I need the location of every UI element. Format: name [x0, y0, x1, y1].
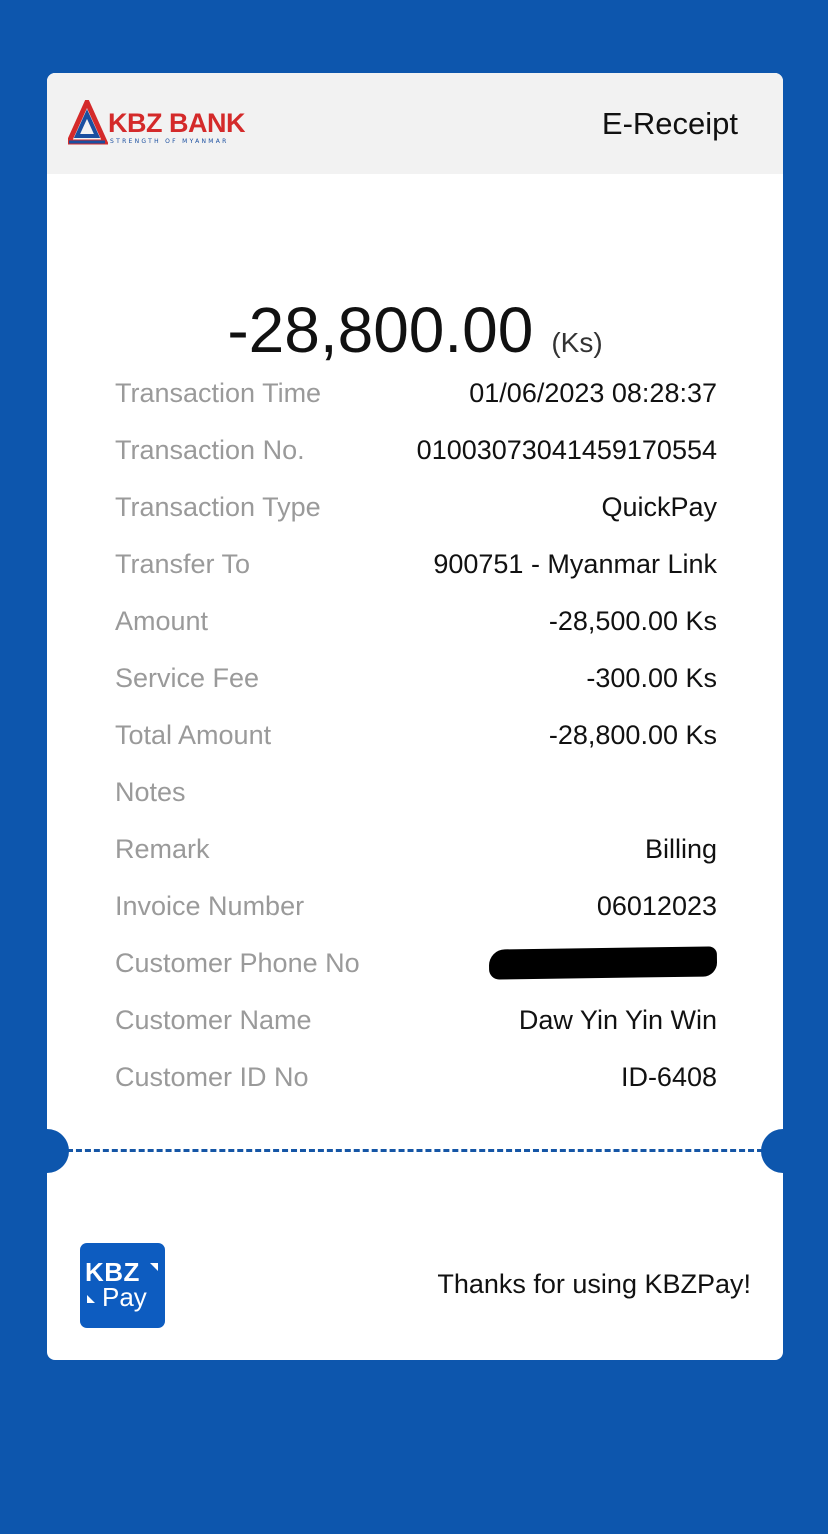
- page-title: E-Receipt: [601, 106, 738, 141]
- detail-label: Transaction Time: [115, 377, 322, 408]
- detail-value: Billing: [644, 833, 717, 864]
- detail-label: Amount: [115, 605, 209, 636]
- detail-label: Service Fee: [115, 662, 260, 693]
- detail-label: Total Amount: [115, 719, 272, 750]
- detail-row-total-amount: Total Amount -28,800.00 Ks: [115, 715, 717, 755]
- bank-name: KBZ BANK: [108, 108, 246, 138]
- amount-unit: (Ks): [551, 327, 603, 358]
- detail-row-transaction-no: Transaction No. 01003073041459170554: [115, 430, 717, 470]
- kbz-triangle-icon: [68, 100, 108, 145]
- amount-value: -28,800.00: [227, 294, 534, 366]
- total-amount-display: -28,800.00 (Ks): [47, 298, 783, 362]
- detail-label: Transaction No.: [115, 434, 305, 465]
- receipt-header: KBZ BANK STRENGTH OF MYANMAR E-Receipt: [47, 73, 783, 174]
- kbzpay-logo-bottom: Pay: [102, 1282, 147, 1312]
- detail-value: -300.00 Ks: [586, 662, 717, 693]
- detail-label: Remark: [115, 833, 210, 864]
- detail-label: Customer Phone No: [115, 947, 360, 978]
- detail-row-transfer-to: Transfer To 900751 - Myanmar Link: [115, 544, 717, 584]
- detail-label: Customer ID No: [115, 1061, 309, 1092]
- detail-value: 01/06/2023 08:28:37: [469, 377, 717, 408]
- thanks-message: Thanks for using KBZPay!: [437, 1269, 751, 1299]
- detail-label: Customer Name: [115, 1004, 312, 1035]
- detail-row-remark: Remark Billing: [115, 829, 717, 869]
- receipt-card: KBZ BANK STRENGTH OF MYANMAR E-Receipt -…: [47, 73, 783, 1360]
- detail-row-invoice-number: Invoice Number 06012023: [115, 886, 717, 926]
- left-notch: [47, 1129, 69, 1173]
- tear-line-divider: [67, 1149, 763, 1152]
- detail-row-notes: Notes: [115, 772, 717, 812]
- right-notch: [761, 1129, 783, 1173]
- detail-value: -28,500.00 Ks: [548, 605, 717, 636]
- detail-value: 900751 - Myanmar Link: [433, 548, 717, 579]
- detail-label: Transfer To: [115, 548, 251, 579]
- detail-value: -28,800.00 Ks: [548, 719, 717, 750]
- bank-tagline: STRENGTH OF MYANMAR: [110, 138, 229, 145]
- detail-row-amount: Amount -28,500.00 Ks: [115, 601, 717, 641]
- redacted-phone-number: [488, 946, 718, 980]
- detail-value: Daw Yin Yin Win: [518, 1004, 717, 1035]
- detail-value: 06012023: [596, 890, 717, 921]
- detail-row-customer-phone: Customer Phone No: [115, 943, 718, 983]
- detail-row-customer-id: Customer ID No ID-6408: [115, 1057, 717, 1097]
- detail-label: Invoice Number: [115, 890, 305, 921]
- detail-row-service-fee: Service Fee -300.00 Ks: [115, 658, 717, 698]
- detail-value: ID-6408: [620, 1061, 717, 1092]
- detail-row-transaction-type: Transaction Type QuickPay: [115, 487, 717, 527]
- detail-value: 01003073041459170554: [416, 434, 717, 465]
- detail-row-customer-name: Customer Name Daw Yin Yin Win: [115, 1000, 717, 1040]
- detail-row-transaction-time: Transaction Time 01/06/2023 08:28:37: [115, 373, 717, 413]
- detail-label: Notes: [115, 776, 186, 807]
- detail-label: Transaction Type: [115, 491, 321, 522]
- kbzpay-logo: KBZ Pay: [80, 1243, 165, 1328]
- kbz-bank-logo: KBZ BANK STRENGTH OF MYANMAR: [68, 100, 258, 148]
- detail-value: QuickPay: [601, 491, 717, 522]
